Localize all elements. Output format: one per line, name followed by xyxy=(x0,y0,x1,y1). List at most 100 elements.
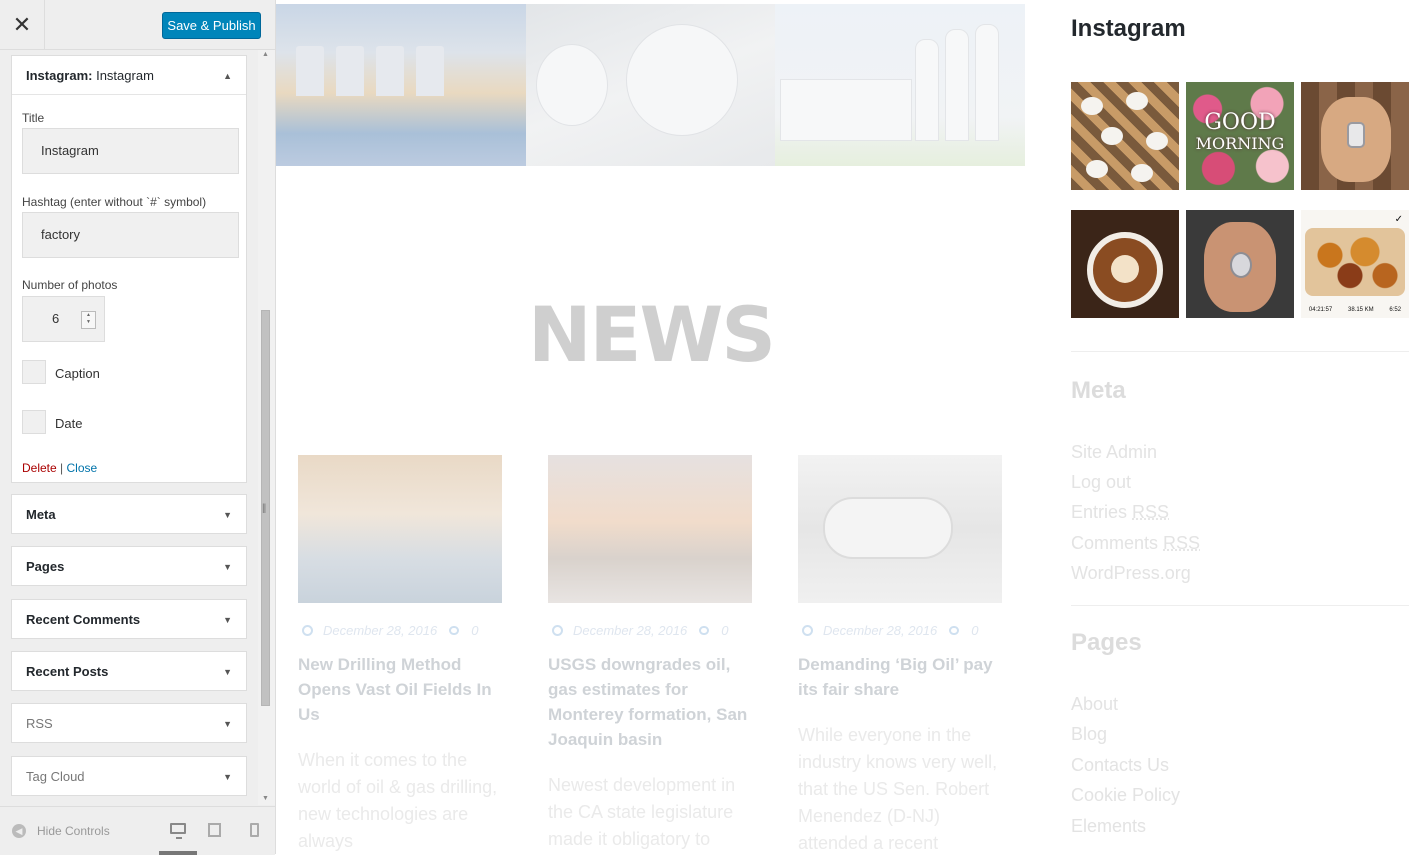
hashtag-input[interactable]: factory xyxy=(22,212,239,258)
post-title[interactable]: USGS downgrades oil, gas estimates for M… xyxy=(548,652,758,752)
link-text: Entries xyxy=(1071,502,1133,522)
page-link[interactable]: Blog xyxy=(1071,724,1107,745)
widget-rss[interactable]: RSS ▼ xyxy=(11,703,247,743)
post-excerpt: When it comes to the world of oil & gas … xyxy=(298,750,498,851)
page-link[interactable]: Elements xyxy=(1071,816,1146,837)
photo-text-line: GOOD xyxy=(1204,110,1276,135)
scroll-down-icon[interactable]: ▼ xyxy=(262,795,269,802)
pages-widget-title: Pages xyxy=(1071,629,1142,656)
date-checkbox[interactable] xyxy=(22,410,46,434)
instagram-photo[interactable] xyxy=(1071,82,1179,190)
widget-label: RSS xyxy=(26,715,53,731)
comment-icon xyxy=(949,626,960,635)
photos-value: 6 xyxy=(52,311,60,326)
post-date: December 28, 2016 xyxy=(323,623,438,638)
instagram-photo[interactable]: GOOD MORNING xyxy=(1186,82,1294,190)
post-date: December 28, 2016 xyxy=(823,623,938,638)
desktop-preview-icon[interactable] xyxy=(170,823,186,839)
close-customizer-button[interactable]: ✕ xyxy=(0,0,45,49)
meta-link[interactable]: Comments RSS xyxy=(1071,533,1200,554)
page-link[interactable]: Cookie Policy xyxy=(1071,785,1180,806)
photos-number-input[interactable]: 6 ▲ ▼ xyxy=(22,296,105,342)
title-input[interactable]: Instagram xyxy=(22,128,239,174)
site-preview: NEWS December 28, 2016 0 New Drilling Me… xyxy=(276,0,1419,854)
comment-icon xyxy=(699,626,710,635)
delete-link[interactable]: Delete xyxy=(22,461,57,475)
widget-label: Tag Cloud xyxy=(26,768,85,784)
customizer-header: ✕ Save & Publish xyxy=(0,0,275,50)
photo-text-line: MORNING xyxy=(1195,134,1285,153)
post-thumbnail[interactable] xyxy=(548,455,752,603)
hero-image-factory xyxy=(775,4,1025,166)
active-device-indicator xyxy=(159,851,197,855)
post-date: December 28, 2016 xyxy=(573,623,688,638)
rss-abbr: RSS xyxy=(1132,502,1170,522)
widget-recent-comments[interactable]: Recent Comments ▼ xyxy=(11,599,247,639)
news-heading: NEWS xyxy=(527,290,776,379)
instagram-photo[interactable] xyxy=(1186,210,1294,318)
hashtag-label: Hashtag (enter without `#` symbol) xyxy=(22,195,207,209)
post-title[interactable]: Demanding ‘Big Oil’ pay its fair share xyxy=(798,652,1008,702)
clock-icon xyxy=(552,625,563,636)
hide-controls-button[interactable]: ◀ Hide Controls xyxy=(12,824,110,838)
caption-checkbox[interactable] xyxy=(22,360,46,384)
resize-grip-icon[interactable]: || xyxy=(262,503,266,514)
hero-image-refinery-night xyxy=(276,4,526,166)
expand-arrow-icon[interactable]: ▼ xyxy=(223,562,232,572)
widget-meta[interactable]: Meta ▼ xyxy=(11,494,247,534)
post-card[interactable]: December 28, 2016 0 New Drilling Method … xyxy=(298,455,508,854)
meta-link[interactable]: WordPress.org xyxy=(1071,563,1191,584)
link-text: Comments xyxy=(1071,533,1164,553)
instagram-widget-header[interactable]: Instagram: Instagram ▲ xyxy=(12,56,246,95)
collapse-arrow-icon: ◀ xyxy=(12,824,26,838)
hero-image-pipes xyxy=(526,4,776,166)
post-excerpt: While everyone in the industry knows ver… xyxy=(798,725,998,853)
widget-type: Instagram: xyxy=(26,67,93,83)
comment-count: 0 xyxy=(471,623,479,638)
meta-widget-title: Meta xyxy=(1071,377,1126,404)
instagram-widget: Instagram: Instagram ▲ Title Instagram H… xyxy=(11,55,247,483)
comment-icon xyxy=(449,626,460,635)
close-link[interactable]: Close xyxy=(67,461,98,475)
widget-recent-posts[interactable]: Recent Posts ▼ xyxy=(11,651,247,691)
photo-stat: 6:52 xyxy=(1389,307,1402,313)
widget-tag-cloud[interactable]: Tag Cloud ▼ xyxy=(11,756,247,796)
widget-actions: Delete | Close xyxy=(22,461,97,475)
instagram-photo[interactable] xyxy=(1071,210,1179,318)
hide-controls-label: Hide Controls xyxy=(37,824,110,838)
expand-arrow-icon[interactable]: ▼ xyxy=(223,510,232,520)
page-link[interactable]: Contacts Us xyxy=(1071,755,1169,776)
mobile-preview-icon[interactable] xyxy=(250,823,259,837)
instagram-photo[interactable]: ✓ 04:21:57 38.15 KM 6:52 xyxy=(1301,210,1409,318)
instagram-photo[interactable] xyxy=(1301,82,1409,190)
meta-link[interactable]: Log out xyxy=(1071,472,1131,493)
expand-arrow-icon[interactable]: ▼ xyxy=(223,667,232,677)
post-thumbnail[interactable] xyxy=(298,455,502,603)
panel-scrollbar[interactable]: ▲ ▼ xyxy=(258,50,275,805)
post-card[interactable]: December 28, 2016 0 Demanding ‘Big Oil’ … xyxy=(798,455,1008,854)
widget-title: Instagram: Instagram xyxy=(26,68,154,83)
scroll-up-icon[interactable]: ▲ xyxy=(262,51,269,58)
tablet-preview-icon[interactable] xyxy=(208,823,221,837)
spinner-arrows-icon[interactable]: ▲ ▼ xyxy=(81,311,96,329)
page-link[interactable]: About xyxy=(1071,694,1118,715)
expand-arrow-icon[interactable]: ▼ xyxy=(223,615,232,625)
collapse-arrow-icon[interactable]: ▲ xyxy=(223,71,232,81)
post-meta: December 28, 2016 0 xyxy=(798,623,1008,638)
post-excerpt: Newest development in the CA state legis… xyxy=(548,775,736,849)
comment-count: 0 xyxy=(721,623,729,638)
save-publish-button[interactable]: Save & Publish xyxy=(162,12,261,39)
post-card[interactable]: December 28, 2016 0 USGS downgrades oil,… xyxy=(548,455,758,853)
meta-link[interactable]: Site Admin xyxy=(1071,442,1157,463)
instagram-widget-title: Instagram xyxy=(1071,15,1186,42)
widget-pages[interactable]: Pages ▼ xyxy=(11,546,247,586)
post-meta: December 28, 2016 0 xyxy=(548,623,758,638)
title-label: Title xyxy=(22,111,45,125)
swoosh-icon: ✓ xyxy=(1394,214,1403,225)
post-thumbnail[interactable] xyxy=(798,455,1002,603)
expand-arrow-icon[interactable]: ▼ xyxy=(223,772,232,782)
clock-icon xyxy=(302,625,313,636)
post-title[interactable]: New Drilling Method Opens Vast Oil Field… xyxy=(298,652,508,727)
expand-arrow-icon[interactable]: ▼ xyxy=(223,719,232,729)
meta-link[interactable]: Entries RSS xyxy=(1071,502,1169,523)
